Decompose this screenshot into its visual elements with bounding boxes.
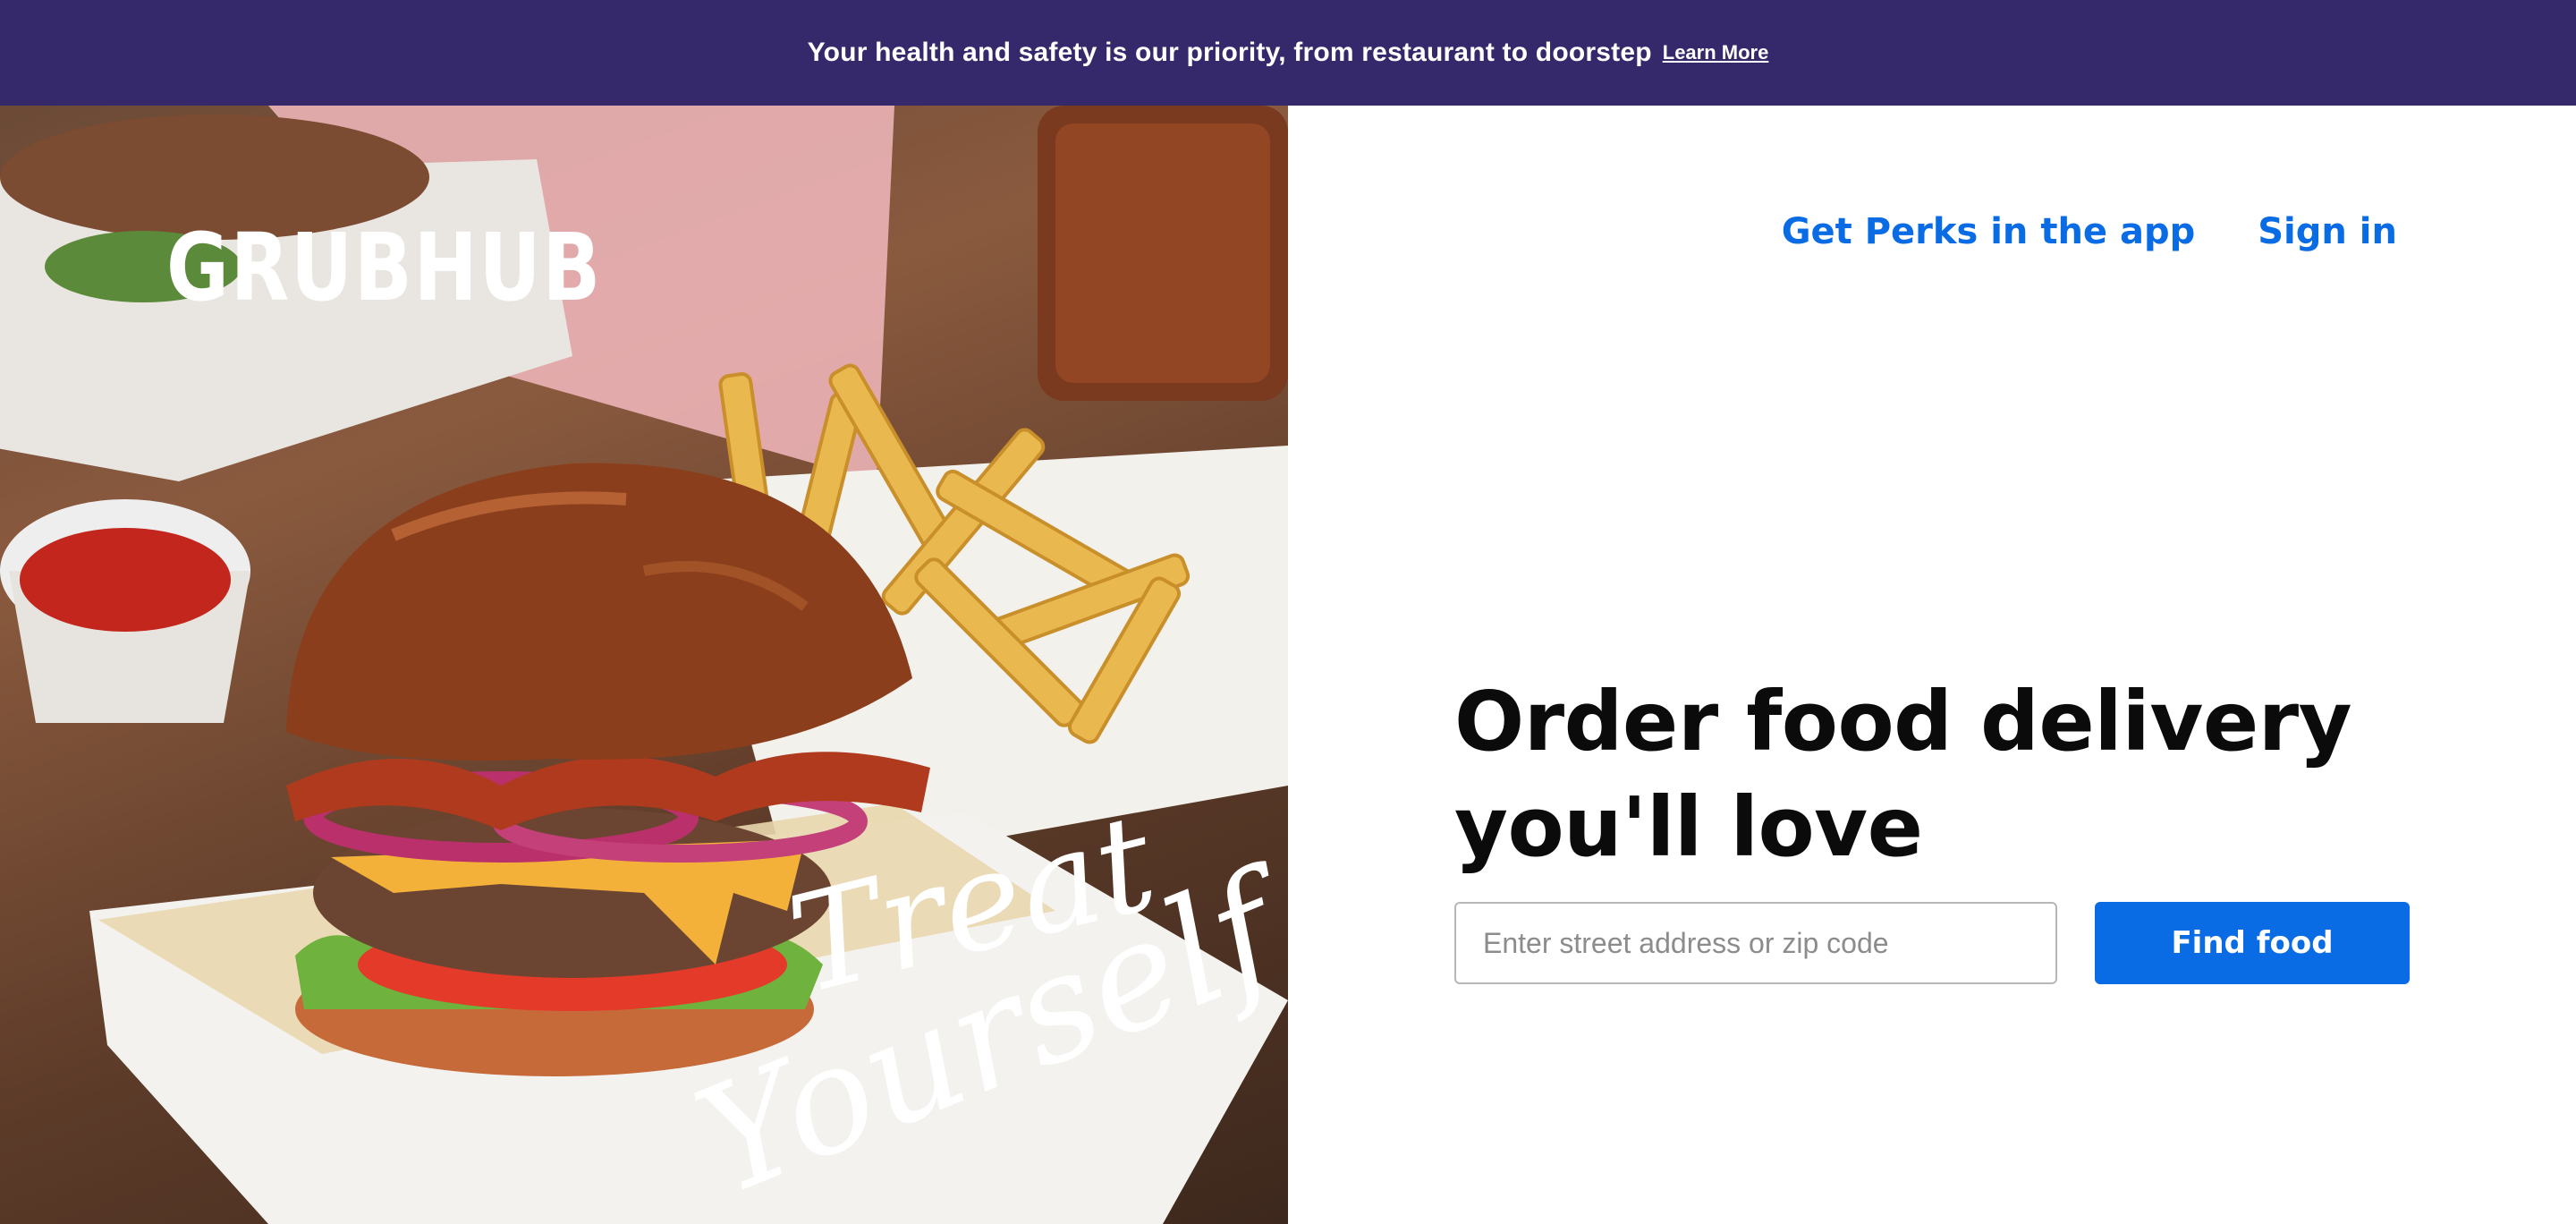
grubhub-logo[interactable]: GRUBHUB xyxy=(166,213,602,322)
page-title: Order food delivery you'll love xyxy=(1454,669,2438,880)
address-search-input[interactable] xyxy=(1454,902,2057,984)
announcement-banner: Your health and safety is our priority, … xyxy=(0,0,2576,106)
headline-line-2: you'll love xyxy=(1454,779,1923,875)
learn-more-link[interactable]: Learn More xyxy=(1663,41,1769,64)
headline-line-1: Order food delivery xyxy=(1454,674,2352,769)
get-perks-link[interactable]: Get Perks in the app xyxy=(1782,211,2196,252)
find-food-button[interactable]: Find food xyxy=(2095,902,2410,984)
banner-message: Your health and safety is our priority, … xyxy=(807,38,1652,67)
header-nav: Get Perks in the app Sign in xyxy=(1782,211,2397,252)
hero-image: GRUBHUB Treat Yourself xyxy=(0,106,1288,1224)
sign-in-link[interactable]: Sign in xyxy=(2258,211,2397,252)
